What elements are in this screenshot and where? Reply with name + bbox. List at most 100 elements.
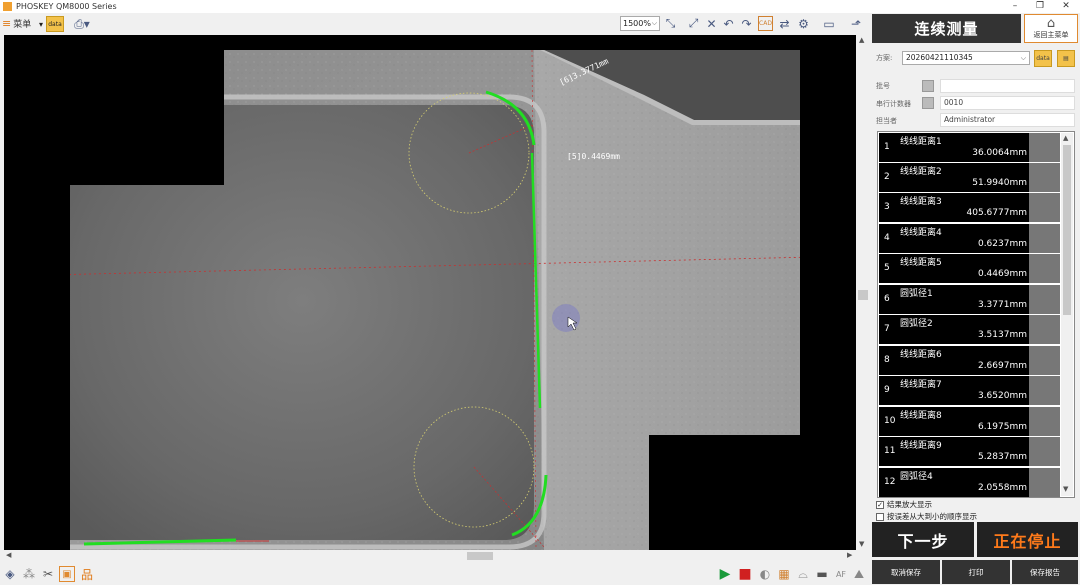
restore-icon[interactable]: ❐ [1028,0,1052,13]
scroll-down-icon[interactable]: ▼ [859,540,864,548]
list-item[interactable]: 3 线线距离3 405.6777mm [879,193,1060,222]
save-report-button[interactable]: 保存报告 [1012,560,1078,584]
close-icon[interactable]: ✕ [1054,0,1078,13]
scroll-left-icon[interactable]: ◀ [6,551,11,559]
result-value: 5.2837mm [977,452,1027,462]
owner-field[interactable]: Administrator [940,113,1075,127]
list-item[interactable]: 12 圆弧径4 2.0558mm [879,468,1060,497]
data-folder-button[interactable]: data [46,16,64,32]
scroll-thumb[interactable] [467,552,493,560]
home-button[interactable]: ⌂ 返回主菜单 [1024,14,1078,43]
cad-label: CAD [759,20,772,27]
scissors-icon[interactable]: ✂ [40,566,56,582]
light-bar-icon[interactable]: ▬ [814,566,830,582]
list-item[interactable]: 6 圆弧径1 3.3771mm [879,285,1060,314]
scroll-thumb[interactable] [858,290,868,300]
sort-label: 按误差从大到小的顺序显示 [887,512,977,521]
scroll-up-icon[interactable]: ▲ [859,36,864,44]
distance-annotation-5[interactable]: [5]0.4469mm [567,152,620,161]
scroll-thumb[interactable] [1063,145,1071,315]
settings-icon[interactable]: ⚙ [796,16,811,31]
list-item[interactable]: 5 线线距离5 0.4469mm [879,254,1060,283]
scroll-down-icon[interactable]: ▼ [1063,485,1068,493]
redo-icon[interactable]: ↷ [739,16,754,31]
image-viewport[interactable]: [6]3.3771mm [5]0.4469mm [4,35,856,550]
result-status [1029,346,1060,375]
result-name: 线线距离4 [900,228,942,238]
light-ring-icon[interactable]: ⌓ [795,566,811,582]
list-item[interactable]: 8 线线距离6 2.6697mm [879,346,1060,375]
next-step-button[interactable]: 下一步 [872,522,974,557]
layers-icon[interactable]: ◈ [2,566,18,582]
result-index: 6 [884,294,890,304]
image-mode-icon[interactable]: ▭ [820,16,838,31]
result-index: 7 [884,324,890,334]
lamp-icon[interactable]: ⛰ [851,566,867,582]
edge-icon[interactable]: ◐ [757,566,773,582]
data-folder-label: data [48,20,62,28]
counter-field[interactable]: 0010 [940,96,1075,110]
capture-icon[interactable]: ⎙▾ [70,16,94,32]
dropdown-arrow-icon[interactable]: ▾ [37,16,45,32]
result-value: 0.4469mm [977,269,1027,279]
result-index: 11 [884,446,896,456]
list-item[interactable]: 2 线线距离2 51.9940mm [879,163,1060,192]
stop-icon[interactable]: ■ [737,566,753,582]
camera-image [4,35,856,550]
cad-icon[interactable]: CAD [758,16,773,31]
list-item[interactable]: 1 线线距离1 36.0064mm [879,133,1060,162]
result-index: 4 [884,233,890,243]
scroll-right-icon[interactable]: ▶ [847,551,852,559]
result-value: 0.6237mm [977,239,1027,249]
sort-checkbox[interactable]: 按误差从大到小的顺序显示 [876,511,977,522]
data-folder-button[interactable]: data [1034,50,1052,67]
result-status [1029,254,1060,283]
grid-icon[interactable]: ▦ [776,566,792,582]
list-scrollbar[interactable]: ▲ ▼ [1061,133,1073,496]
print-button[interactable]: 打印 [942,560,1010,584]
main-toolbar: ≡ 菜单 ▾ data ⎙▾ 1500% ⌵ ⤡ ⤢ ✕ ↶ ↷ CAD ⇄ ⚙… [0,13,870,35]
scroll-up-icon[interactable]: ▲ [1063,134,1068,142]
delete-icon[interactable]: ✕ [704,16,719,31]
hierarchy-icon[interactable]: 品 [79,566,95,582]
fit-window-icon[interactable]: ⤢ [686,16,701,31]
play-icon[interactable]: ▶ [717,566,733,582]
cancel-save-button[interactable]: 取消保存 [872,560,940,584]
list-item[interactable]: 11 线线距离9 5.2837mm [879,437,1060,466]
plan-select[interactable]: 20260421110345 ⌵ [902,51,1030,65]
folder-label: data [1036,55,1050,62]
result-name: 线线距离9 [900,441,942,451]
owner-label-text: 担当者 [876,117,897,125]
zoom-select[interactable]: 1500% ⌵ [620,16,660,31]
auto-fit-icon[interactable]: ⤡ [663,16,678,31]
hamburger-icon: ≡ [2,17,12,30]
chart-icon[interactable]: ⬏ [846,16,866,31]
results-list[interactable]: 1 线线距离1 36.0064mm 2 线线距离2 51.9940mm 3 线线… [877,131,1075,498]
window-title: PHOSKEY QM8000 Series [16,2,117,11]
batch-lock-icon[interactable] [922,80,934,92]
list-item[interactable]: 9 线线距离7 3.6520mm [879,376,1060,405]
result-name: 线线距离8 [900,411,942,421]
result-value: 405.6777mm [966,208,1027,218]
batch-field[interactable] [940,79,1075,93]
vertical-scrollbar[interactable]: ▲ ▼ [856,35,870,550]
home-icon: ⌂ [1046,16,1056,31]
enlarge-checkbox[interactable]: ✓ 结果放大显示 [876,499,932,510]
menu-button[interactable]: ≡ 菜单 [2,17,31,30]
result-name: 圆弧径1 [900,289,933,299]
list-item[interactable]: 7 圆弧径2 3.5137mm [879,315,1060,344]
transform-icon[interactable]: ⇄ [777,16,792,31]
minimize-icon[interactable]: – [1003,0,1027,13]
list-item[interactable]: 10 线线距离8 6.1975mm [879,407,1060,436]
horizontal-scrollbar[interactable]: ◀ ▶ [4,550,856,562]
result-value: 51.9940mm [972,178,1027,188]
folder-open-icon[interactable]: ▤ [1057,50,1075,67]
result-name: 线线距离6 [900,350,942,360]
counter-lock-icon[interactable] [922,97,934,109]
autofocus-icon[interactable]: AF [833,566,849,582]
stop-status-button[interactable]: 正在停止 [977,522,1078,557]
image-icon[interactable]: ▣ [59,566,75,582]
list-item[interactable]: 4 线线距离4 0.6237mm [879,224,1060,253]
network-icon[interactable]: ⁂ [21,566,37,582]
undo-icon[interactable]: ↶ [721,16,736,31]
